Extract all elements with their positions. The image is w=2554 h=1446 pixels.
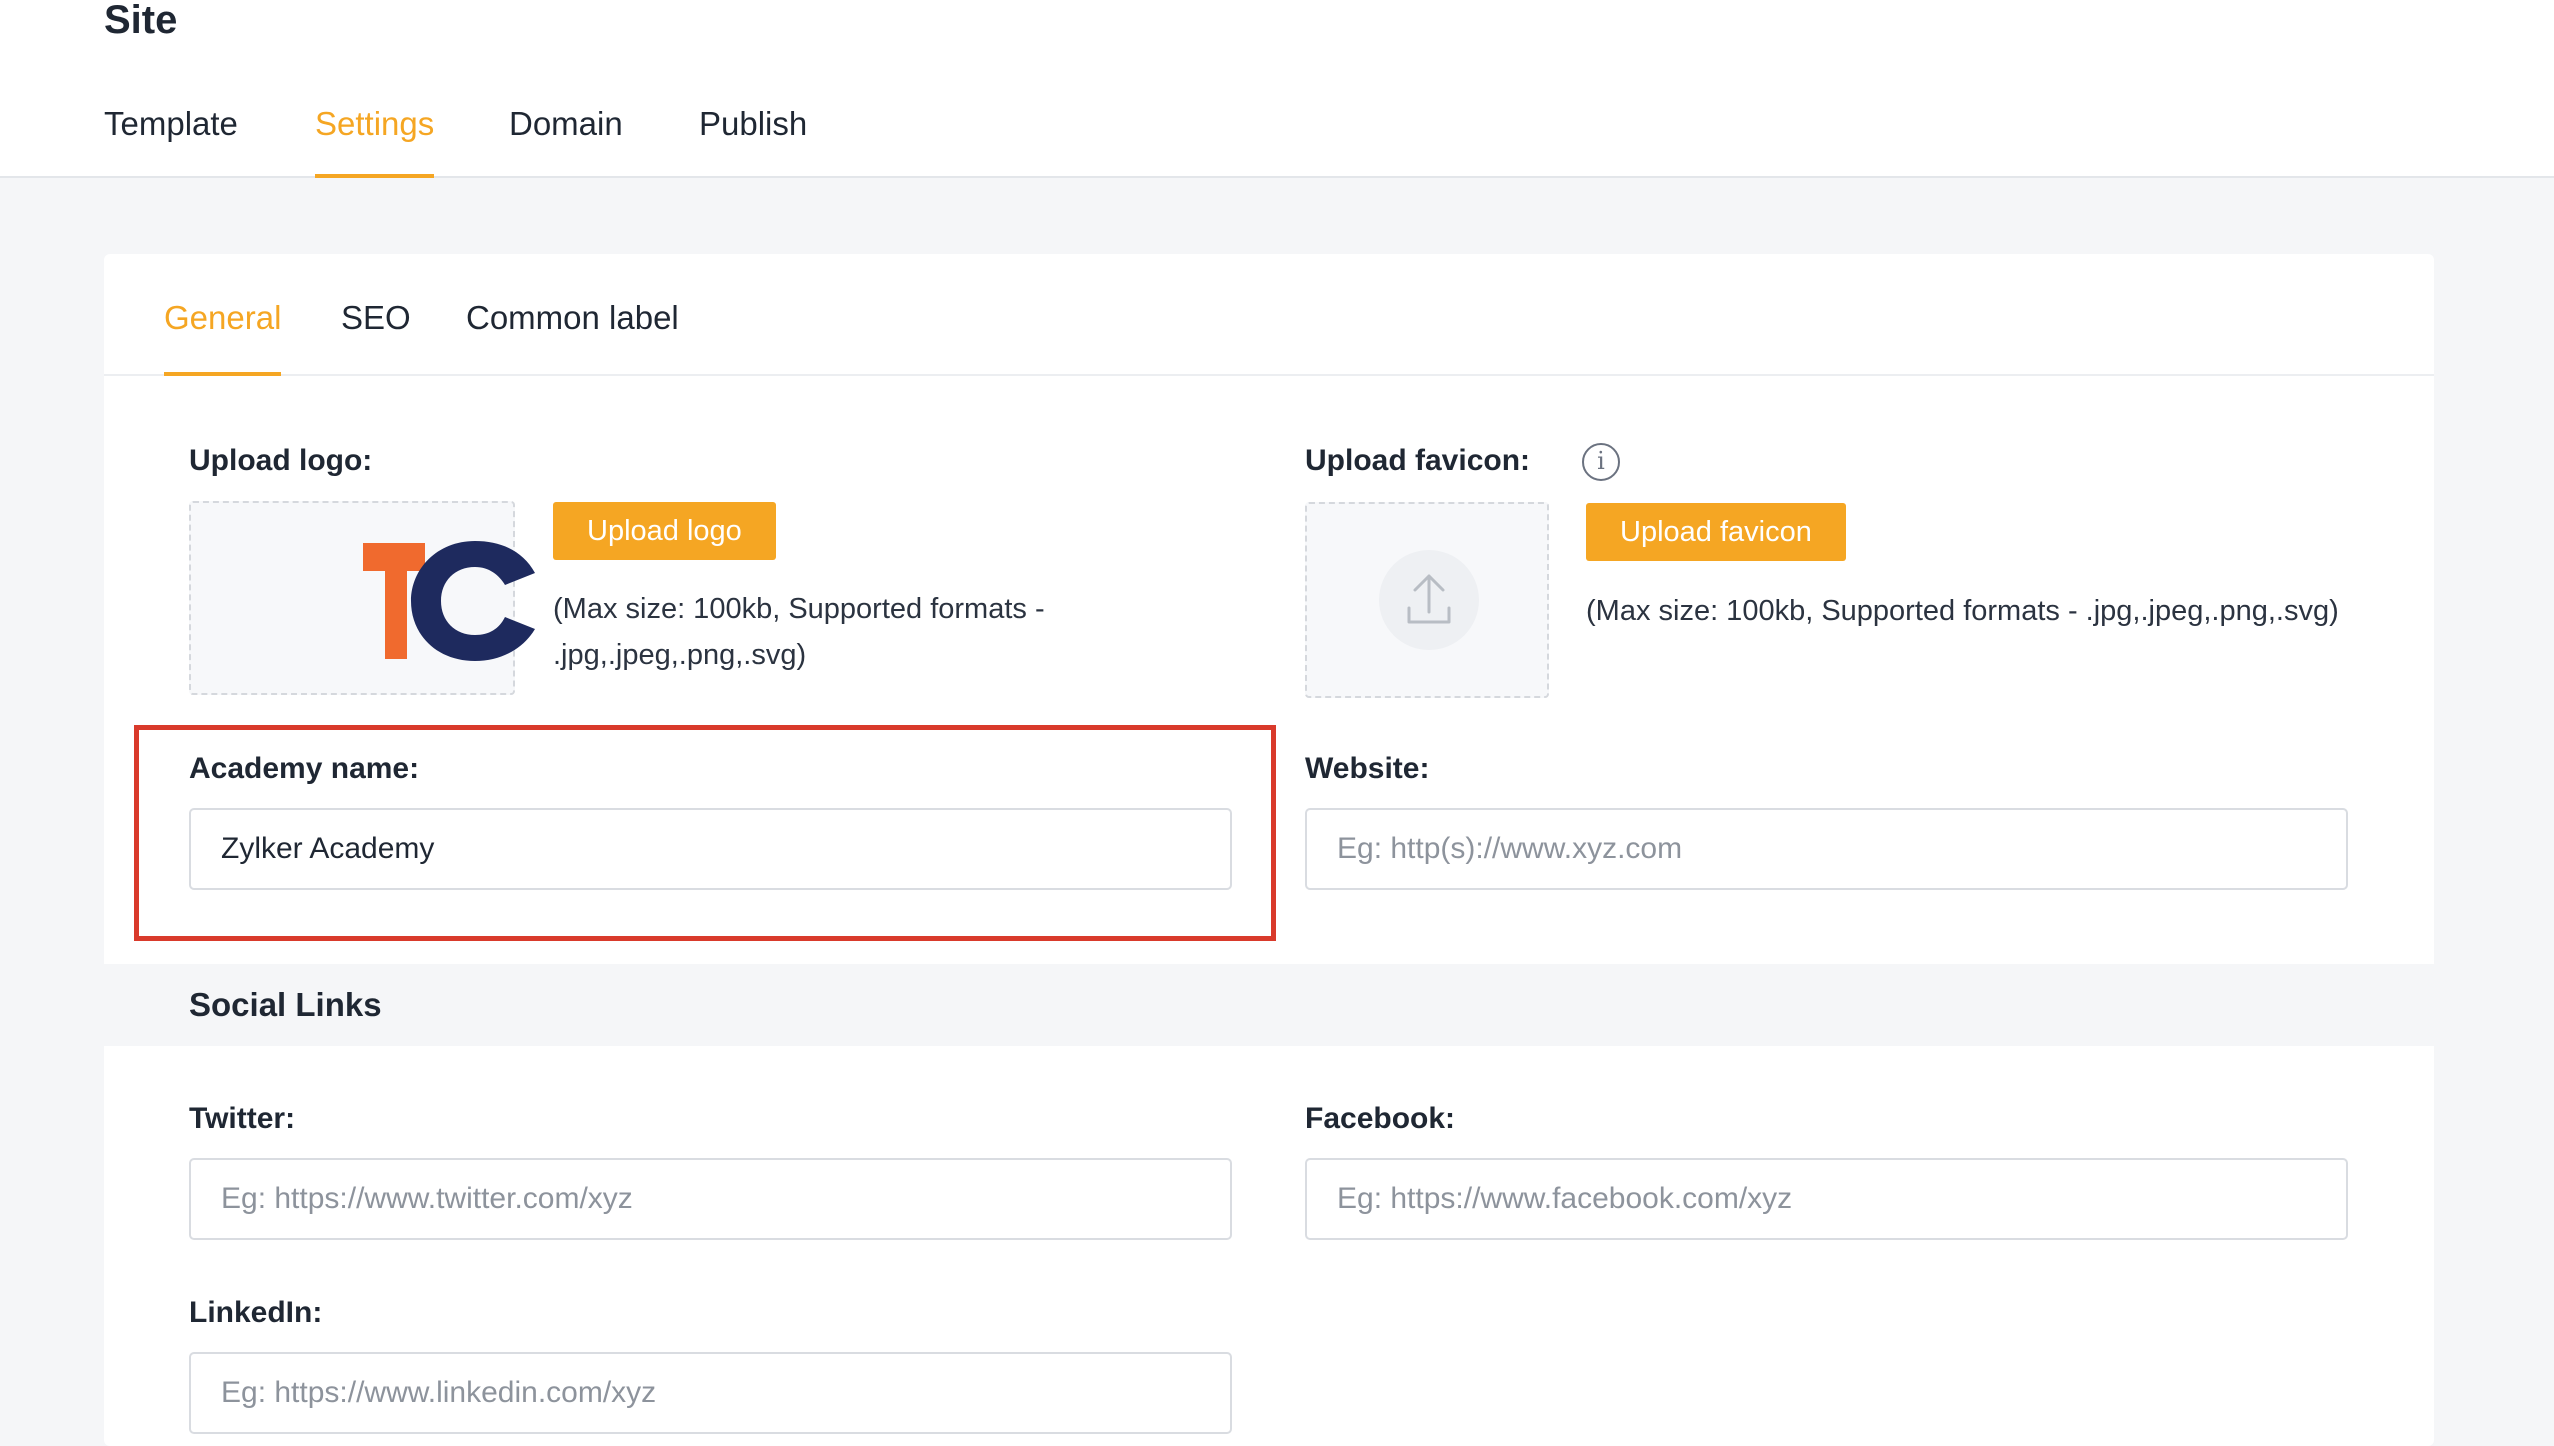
facebook-input[interactable] bbox=[1305, 1158, 2348, 1240]
tab-template[interactable]: Template bbox=[104, 102, 238, 178]
linkedin-label: LinkedIn: bbox=[189, 1296, 323, 1329]
tab-publish[interactable]: Publish bbox=[699, 102, 807, 178]
tab-seo[interactable]: SEO bbox=[341, 298, 411, 376]
website-label: Website: bbox=[1305, 752, 1430, 785]
top-header: Site Template Settings Domain Publish bbox=[0, 0, 2554, 178]
sub-tabs: General SEO Common label bbox=[104, 254, 2434, 376]
upload-favicon-button[interactable]: Upload favicon bbox=[1586, 503, 1846, 561]
upload-icon bbox=[1407, 574, 1451, 624]
tab-domain[interactable]: Domain bbox=[509, 102, 623, 178]
upload-logo-button[interactable]: Upload logo bbox=[553, 502, 776, 560]
tab-settings[interactable]: Settings bbox=[315, 102, 435, 178]
logo-hint-line-1: (Max size: 100kb, Supported formats - bbox=[553, 593, 1045, 625]
logo-preview[interactable] bbox=[189, 501, 535, 695]
upload-logo-label: Upload logo: bbox=[189, 444, 373, 477]
social-links-section: Social Links bbox=[104, 964, 2434, 1046]
linkedin-input[interactable] bbox=[189, 1352, 1232, 1434]
page-title: Site bbox=[104, 0, 178, 42]
twitter-label: Twitter: bbox=[189, 1102, 296, 1135]
favicon-preview[interactable] bbox=[1305, 502, 1549, 698]
info-icon[interactable]: i bbox=[1582, 443, 1620, 481]
logo-hint-line-2: .jpg,.jpeg,.png,.svg) bbox=[553, 639, 807, 671]
twitter-input[interactable] bbox=[189, 1158, 1232, 1240]
website-input[interactable] bbox=[1305, 808, 2348, 890]
tab-general[interactable]: General bbox=[164, 298, 282, 376]
tab-common-label[interactable]: Common label bbox=[466, 298, 679, 376]
social-links-title: Social Links bbox=[189, 986, 382, 1023]
facebook-label: Facebook: bbox=[1305, 1102, 1456, 1135]
upload-placeholder bbox=[1379, 550, 1479, 650]
academy-logo-icon bbox=[363, 541, 535, 661]
academy-name-highlight bbox=[134, 725, 1276, 941]
logo-hint: (Max size: 100kb, Supported formats - .j… bbox=[553, 586, 1045, 678]
upload-favicon-label: Upload favicon: bbox=[1305, 444, 1531, 477]
favicon-hint: (Max size: 100kb, Supported formats - .j… bbox=[1586, 595, 2339, 627]
